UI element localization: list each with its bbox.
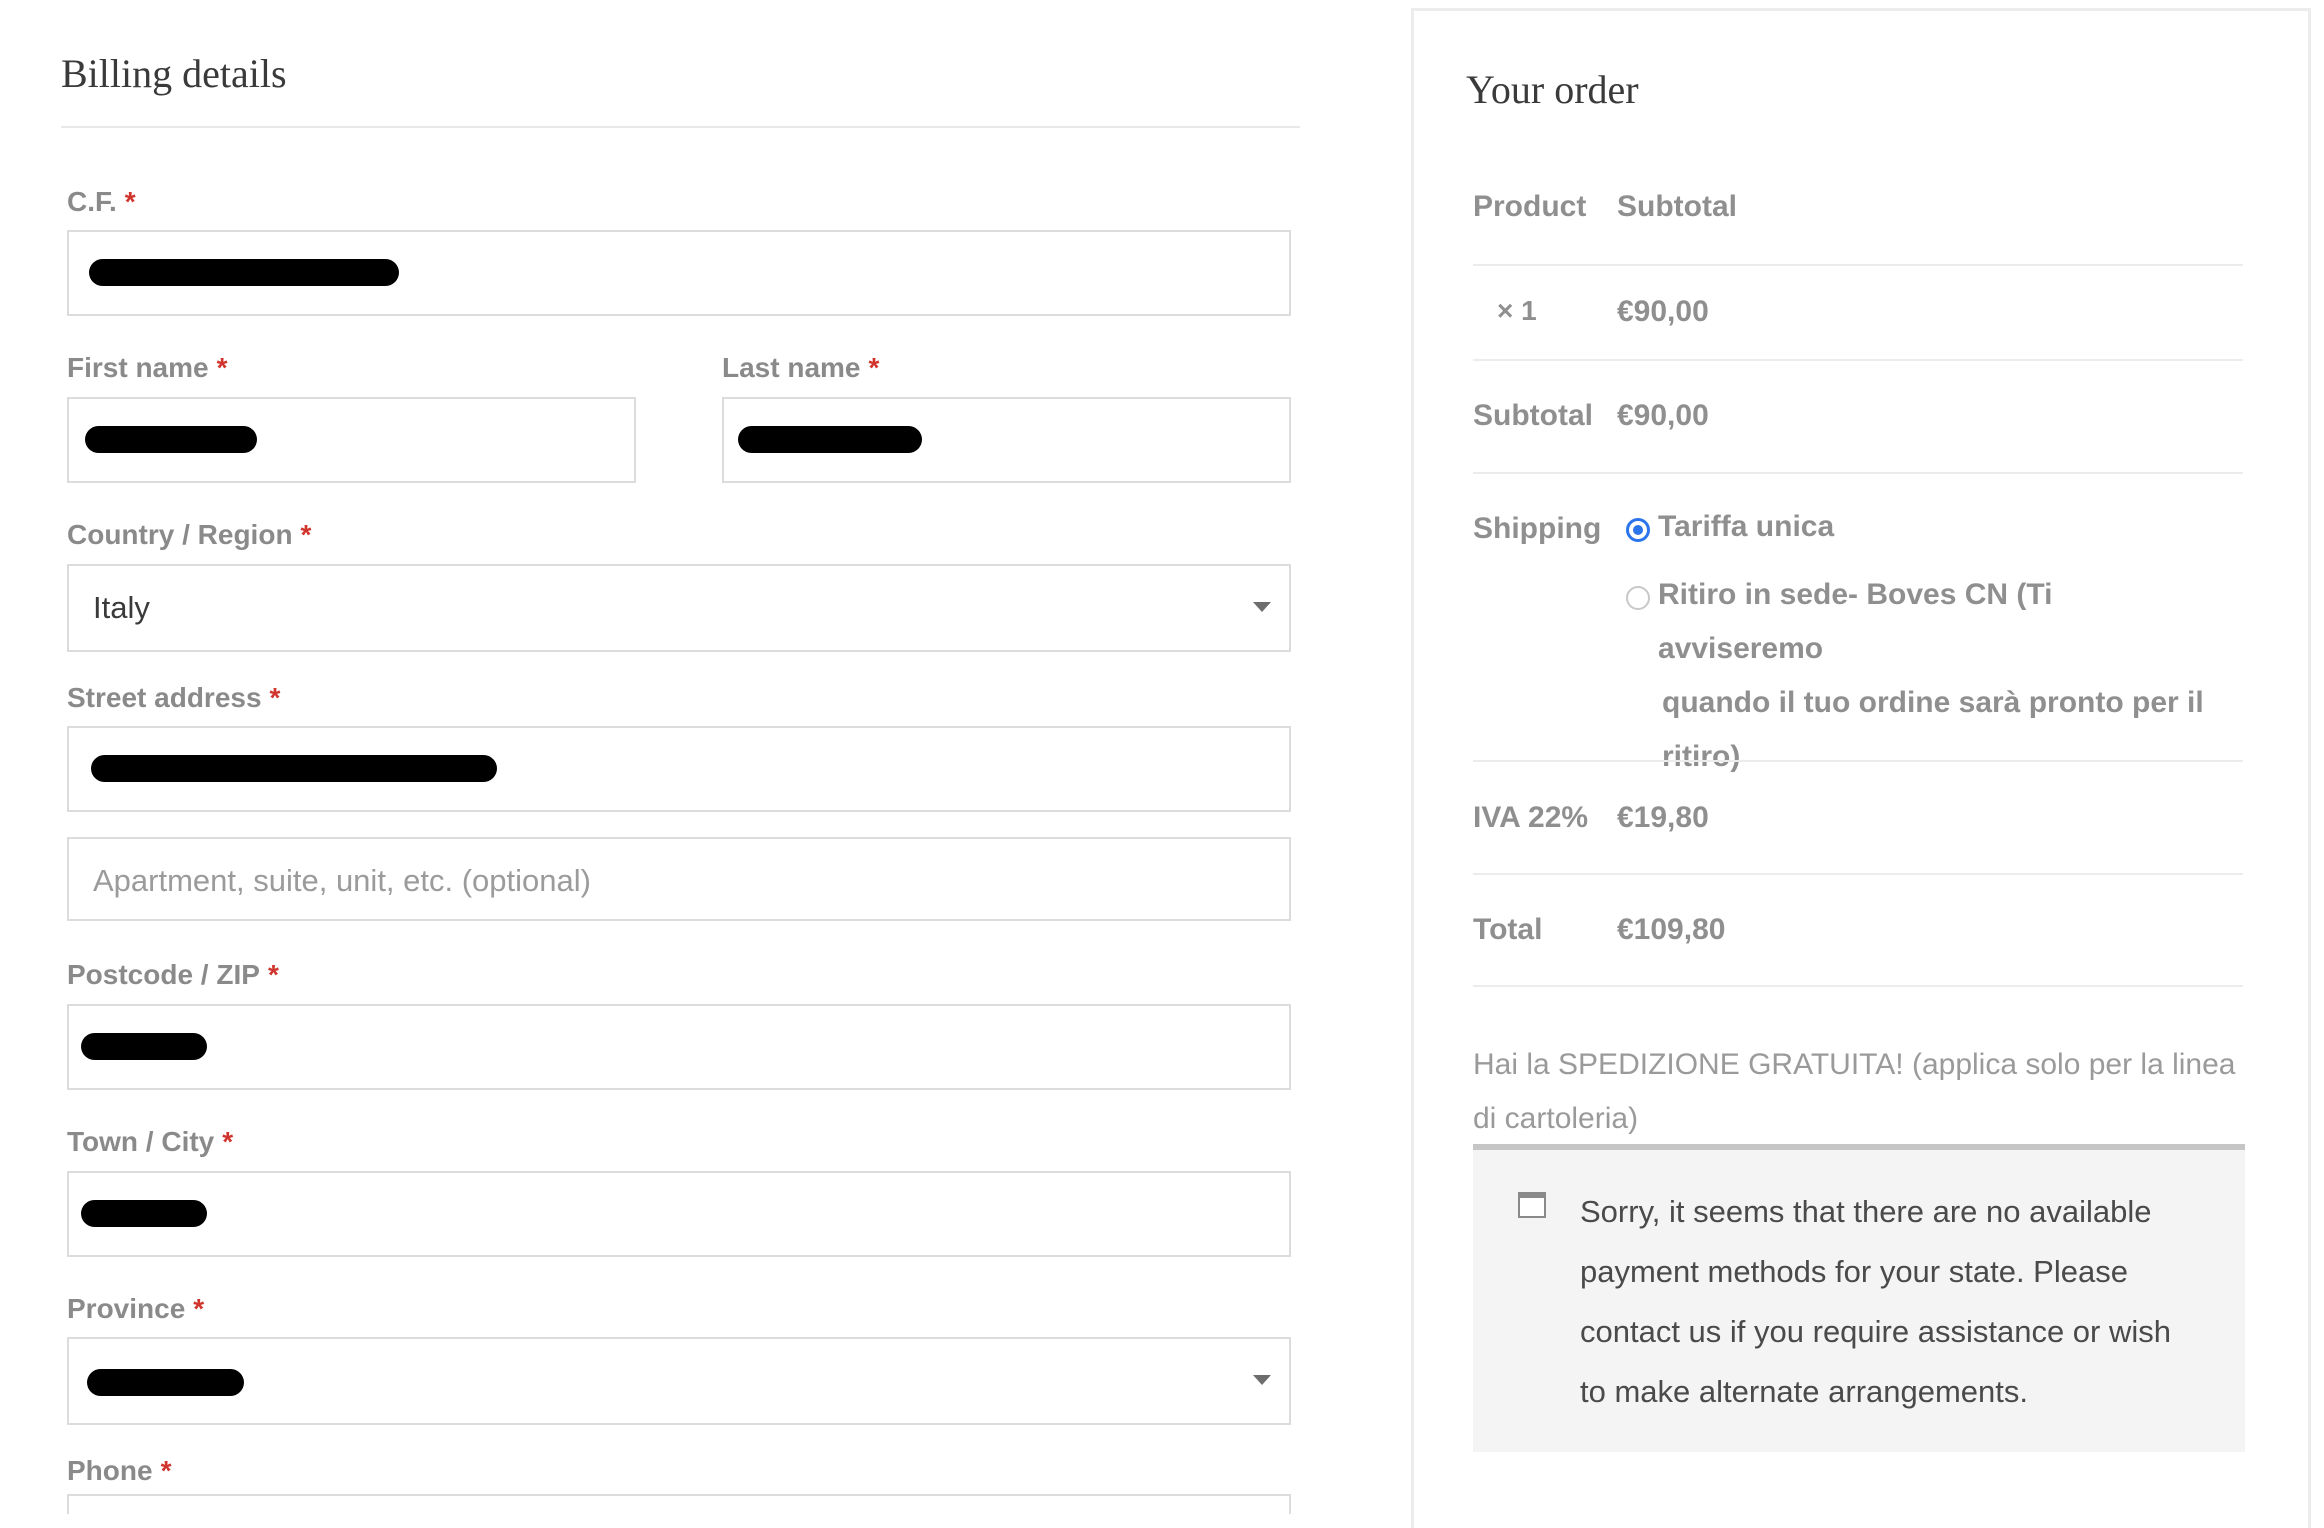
cf-label-text: C.F. [67, 186, 117, 217]
shipping-pickup-line: Ritiro in sede- Boves CN (Ti avviseremo [1658, 578, 2053, 665]
postcode-label-text: Postcode / ZIP [67, 959, 260, 990]
redacted-value [81, 1200, 207, 1227]
redacted-value [87, 1369, 244, 1396]
subtotal-value: €90,00 [1617, 399, 1709, 432]
apartment-input[interactable]: Apartment, suite, unit, etc. (optional) [67, 837, 1291, 921]
tax-value: €19,80 [1617, 801, 1709, 834]
last-name-label: Last name * [722, 352, 879, 384]
required-mark: * [269, 682, 281, 713]
table-divider [1473, 264, 2243, 266]
shipping-option-pickup[interactable]: Ritiro in sede- Boves CN (Ti avviseremo … [1658, 568, 2218, 784]
chevron-down-icon [1253, 602, 1271, 612]
city-label-text: Town / City [67, 1126, 215, 1157]
required-mark: * [868, 352, 880, 383]
shipping-option-flat-rate[interactable]: Tariffa unica [1658, 500, 1834, 554]
street-label-text: Street address [67, 682, 262, 713]
item-quantity: × 1 [1497, 295, 1537, 326]
redacted-value [89, 259, 399, 286]
subtotal-label: Subtotal [1473, 399, 1593, 432]
last-name-input[interactable] [722, 397, 1291, 483]
item-price: €90,00 [1617, 295, 1709, 328]
required-mark: * [216, 352, 228, 383]
cf-label: C.F. * [67, 186, 136, 218]
phone-label-text: Phone [67, 1455, 153, 1486]
total-label: Total [1473, 913, 1543, 946]
free-shipping-note: Hai la SPEDIZIONE GRATUITA! (applica sol… [1473, 1048, 2236, 1135]
redacted-value [91, 755, 497, 782]
table-divider [1473, 472, 2243, 474]
order-title: Your order [1466, 67, 1639, 112]
required-mark: * [193, 1293, 205, 1324]
chevron-down-icon [1253, 1375, 1271, 1385]
required-mark: * [160, 1455, 172, 1486]
table-divider [1473, 359, 2243, 361]
shipping-label: Shipping [1473, 512, 1602, 545]
city-input[interactable] [67, 1171, 1291, 1257]
header-subtotal: Subtotal [1617, 190, 1737, 223]
redacted-value [738, 426, 922, 453]
no-payment-methods-message: Sorry, it seems that there are no availa… [1580, 1194, 2171, 1409]
first-name-label-text: First name [67, 352, 209, 383]
province-label: Province * [67, 1293, 204, 1325]
phone-label: Phone * [67, 1455, 171, 1487]
shipping-option-radio[interactable] [1626, 586, 1650, 610]
header-product: Product [1473, 190, 1587, 223]
billing-divider [61, 126, 1300, 128]
country-label-text: Country / Region [67, 519, 293, 550]
country-select-value: Italy [93, 590, 150, 625]
country-label: Country / Region * [67, 519, 311, 551]
street-address-input[interactable] [67, 726, 1291, 812]
postcode-input[interactable] [67, 1004, 1291, 1090]
country-select[interactable]: Italy [67, 564, 1291, 652]
total-value: €109,80 [1617, 913, 1726, 946]
last-name-label-text: Last name [722, 352, 861, 383]
province-select[interactable] [67, 1337, 1291, 1425]
postcode-label: Postcode / ZIP * [67, 959, 279, 991]
shipping-pickup-line: ritiro) [1662, 740, 1741, 773]
street-label: Street address * [67, 682, 280, 714]
window-icon [1518, 1192, 1546, 1218]
billing-title: Billing details [61, 51, 287, 96]
province-label-text: Province [67, 1293, 186, 1324]
table-divider [1473, 760, 2243, 762]
apartment-placeholder: Apartment, suite, unit, etc. (optional) [93, 863, 591, 898]
shipping-option-radio-selected[interactable] [1626, 518, 1650, 542]
shipping-pickup-line: quando il tuo ordine sarà pronto per il [1662, 686, 2204, 719]
table-divider [1473, 873, 2243, 875]
tax-label: IVA 22% [1473, 801, 1589, 834]
city-label: Town / City * [67, 1126, 233, 1158]
phone-input[interactable] [67, 1494, 1291, 1514]
first-name-input[interactable] [67, 397, 636, 483]
required-mark: * [124, 186, 136, 217]
cf-input[interactable] [67, 230, 1291, 316]
redacted-value [85, 426, 257, 453]
table-divider [1473, 985, 2243, 987]
first-name-label: First name * [67, 352, 228, 384]
required-mark: * [222, 1126, 234, 1157]
required-mark: * [300, 519, 312, 550]
redacted-value [81, 1033, 207, 1060]
required-mark: * [267, 959, 279, 990]
